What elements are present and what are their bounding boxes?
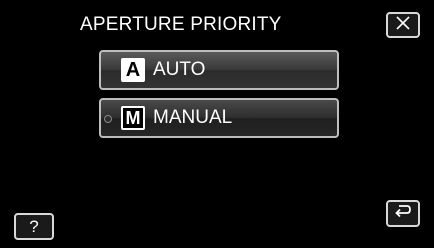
return-icon xyxy=(394,203,412,224)
auto-button[interactable]: A AUTO xyxy=(99,50,339,90)
manual-button[interactable]: M MANUAL xyxy=(99,98,339,138)
auto-label: AUTO xyxy=(153,59,206,80)
selected-indicator xyxy=(104,115,112,123)
close-button[interactable] xyxy=(386,12,420,38)
back-button[interactable] xyxy=(386,200,420,227)
manual-mode-icon: M xyxy=(121,106,145,130)
manual-label: MANUAL xyxy=(153,107,233,128)
page-title: APERTURE PRIORITY xyxy=(80,14,282,35)
auto-mode-icon: A xyxy=(121,58,145,82)
close-icon xyxy=(395,15,411,35)
help-button[interactable]: ? xyxy=(14,213,54,240)
